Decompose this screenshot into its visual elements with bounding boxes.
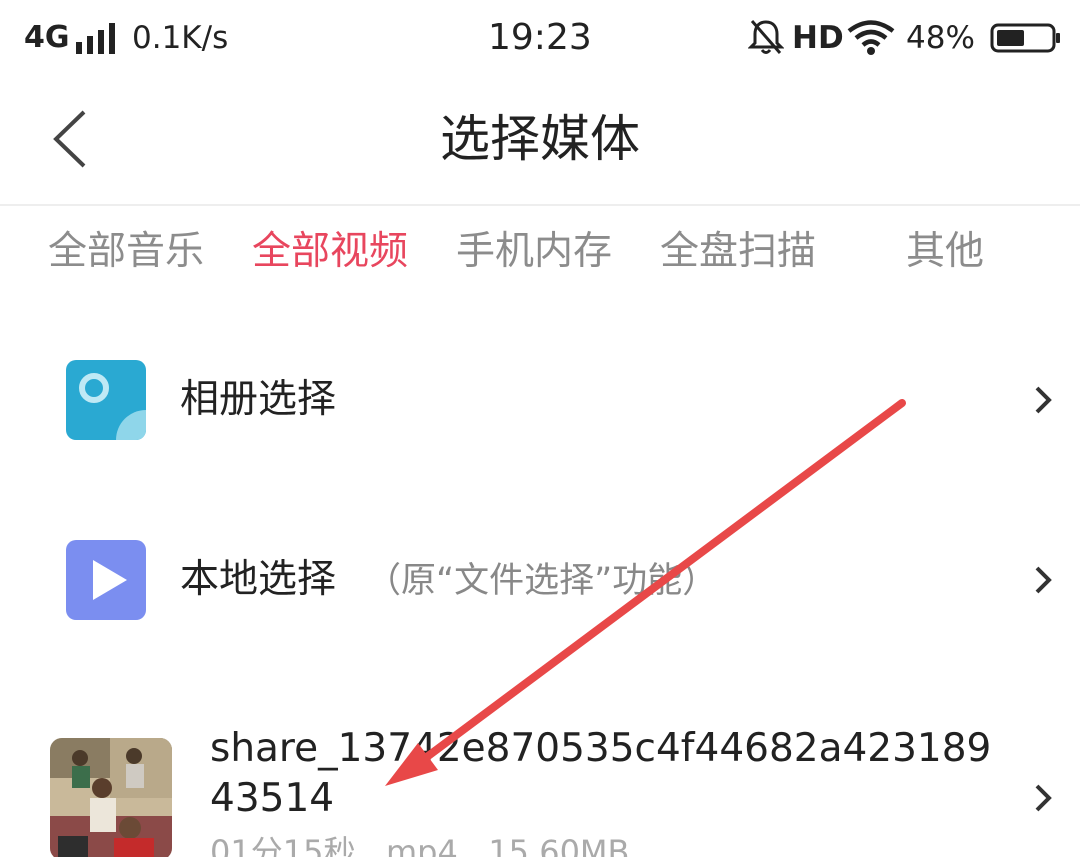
media-tabs: 全部音乐 全部视频 手机内存 全盘扫描 其他 (0, 206, 1080, 298)
battery-icon (990, 23, 1060, 53)
tab-all-videos[interactable]: 全部视频 (252, 226, 408, 278)
hd-indicator: HD (792, 20, 844, 56)
network-speed: 0.1K/s (132, 20, 229, 56)
local-select-note: （原“文件选择”功能） (366, 561, 718, 601)
network-type: 4G (24, 20, 70, 55)
local-select-title: 本地选择 (180, 557, 337, 602)
clock: 19:23 (488, 17, 592, 58)
tab-full-scan[interactable]: 全盘扫描 (660, 226, 816, 278)
signal-icon (76, 23, 115, 54)
tab-all-music[interactable]: 全部音乐 (48, 226, 204, 278)
status-bar: 4G 0.1K/s 19:23 HD 48% (0, 0, 1080, 76)
local-select-row[interactable]: 本地选择 （原“文件选择”功能） (0, 510, 1080, 650)
screen: 4G 0.1K/s 19:23 HD 48% 选择媒体 全部音乐 全部视频 手机… (0, 0, 1080, 857)
video-thumbnail (50, 738, 172, 857)
tab-other[interactable]: 其他 (906, 226, 984, 278)
local-file-icon (66, 540, 146, 620)
wifi-icon (847, 20, 895, 55)
header: 选择媒体 (0, 76, 1080, 206)
album-select-label: 相册选择 (180, 377, 337, 422)
bell-muted-icon (748, 20, 784, 54)
battery-percent: 48% (906, 20, 975, 56)
video-filename: share_13742e870535c4f44682a42318943514 (210, 726, 992, 821)
video-meta: 01分15秒 . mp4 . 15.60MB (210, 833, 630, 857)
page-title: 选择媒体 (440, 110, 640, 168)
album-select-row[interactable]: 相册选择 (0, 330, 1080, 470)
chevron-right-icon (1035, 386, 1052, 414)
local-select-label: 本地选择 （原“文件选择”功能） (180, 554, 717, 607)
chevron-right-icon (1035, 784, 1052, 812)
chevron-right-icon (1035, 566, 1052, 594)
tab-phone-storage[interactable]: 手机内存 (456, 226, 612, 278)
album-icon (66, 360, 146, 440)
